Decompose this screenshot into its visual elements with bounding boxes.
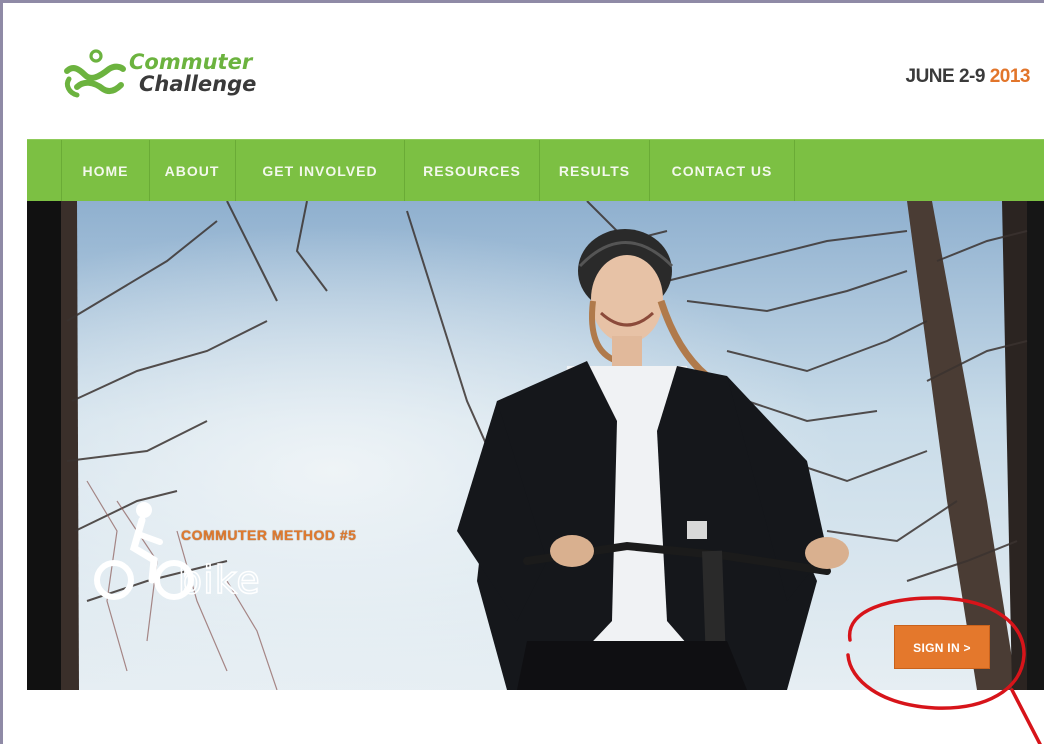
hero-photo — [27, 201, 1044, 690]
nav-get-involved[interactable]: GET INVOLVED — [236, 140, 405, 202]
commuter-logo-icon — [64, 49, 126, 98]
nav-resources[interactable]: RESOURCES — [405, 140, 540, 202]
nav-about[interactable]: ABOUT — [149, 140, 236, 202]
nav-results[interactable]: RESULTS — [540, 140, 650, 202]
hero-banner — [27, 201, 1044, 690]
nav-contact-us[interactable]: CONTACT US — [650, 140, 795, 202]
logo-line-2: Challenge — [139, 72, 257, 96]
event-date-range: JUNE 2-9 — [905, 66, 990, 87]
logo-line-1: Commuter — [129, 50, 253, 74]
event-date: JUNE 2-9 2013 — [905, 66, 1031, 88]
event-year: 2013 — [989, 66, 1031, 87]
commuter-method-label: COMMUTER METHOD #5 — [181, 527, 357, 543]
sign-in-button[interactable]: SIGN IN > — [894, 625, 990, 669]
nav-home[interactable]: HOME — [61, 140, 150, 202]
site-header: Commuter Challenge JUNE 2-9 2013 — [3, 3, 1044, 139]
main-nav: HOME ABOUT GET INVOLVED RESOURCES RESULT… — [27, 139, 1044, 202]
site-logo[interactable]: Commuter Challenge — [63, 47, 273, 107]
logo-wordmark: Commuter Challenge — [129, 51, 256, 95]
commuter-method-name: bike — [177, 557, 261, 603]
